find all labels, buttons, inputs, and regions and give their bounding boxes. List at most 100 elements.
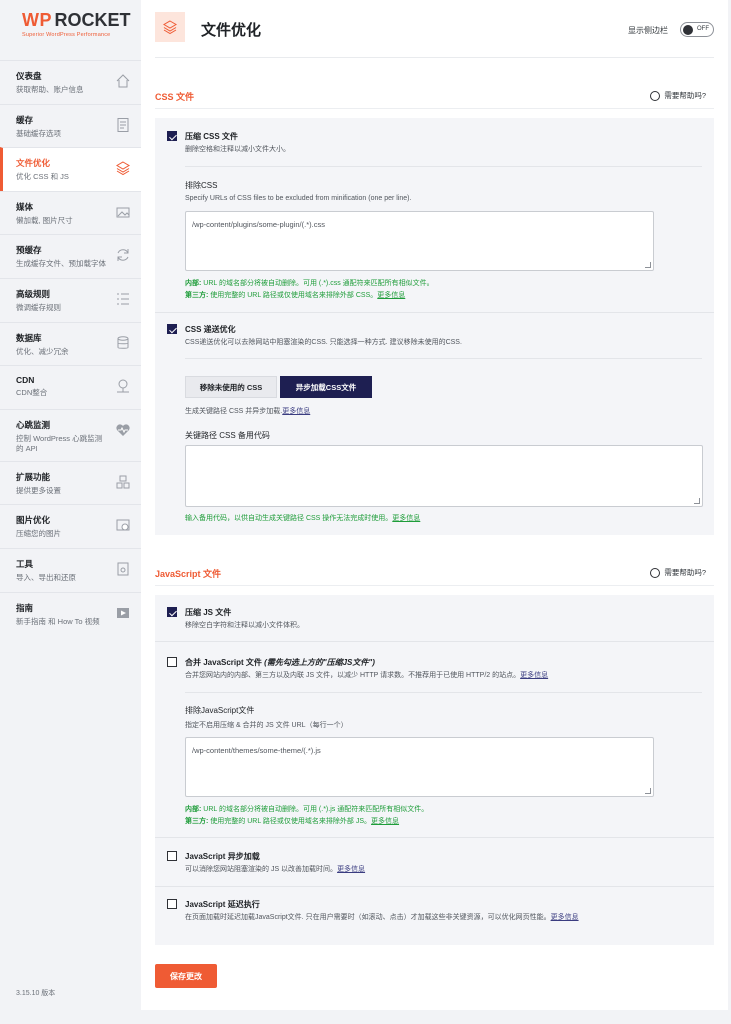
css-section-title: CSS 文件 <box>155 92 195 102</box>
async-css-button[interactable]: 异步加载CSS文件 <box>280 376 372 398</box>
exclude-css-note-internal: 内部: URL 的域名部分将被自动删除。可用 (.*).css 通配符来匹配所有… <box>185 280 434 287</box>
optimize-css-title: CSS 递送优化 <box>185 325 236 334</box>
divider <box>155 886 714 887</box>
sidebar-item-database[interactable]: 数据库 优化、减少冗余 <box>0 321 141 366</box>
sidebar-item-media[interactable]: 媒体 懒加载, 图片尺寸 <box>0 190 141 235</box>
database-icon <box>117 335 129 349</box>
async-js-checkbox[interactable] <box>167 851 177 861</box>
toggle-knob <box>683 25 693 35</box>
exclude-css-desc: Specify URLs of CSS files to be excluded… <box>185 195 412 202</box>
defer-js-option: JavaScript 延迟执行 在页面加载时延迟加载JavaScript文件. … <box>167 899 702 929</box>
divider <box>185 692 702 693</box>
remove-unused-css-button[interactable]: 移除未使用的 CSS <box>185 376 277 398</box>
image-icon <box>116 207 130 218</box>
more-info-link[interactable]: 更多信息 <box>520 672 548 679</box>
async-js-title: JavaScript 异步加载 <box>185 852 260 861</box>
more-info-link[interactable]: 更多信息 <box>377 292 405 299</box>
combine-js-title: 合并 JavaScript 文件 (需先勾选上方的"压缩JS文件") <box>185 658 375 667</box>
js-section-title: JavaScript 文件 <box>155 569 222 579</box>
sidebar-item-guide[interactable]: 指南 新手指南 和 How To 视频 <box>0 591 141 636</box>
video-icon <box>117 607 129 618</box>
css-help-link[interactable]: 需要帮助吗? <box>650 90 706 101</box>
exclude-css-placeholder: /wp-content/plugins/some-plugin/(.*).css <box>192 220 325 229</box>
defer-js-title: JavaScript 延迟执行 <box>185 900 260 909</box>
divider <box>185 358 702 359</box>
css-panel: 压缩 CSS 文件 删除空格和注释以减小文件大小。 排除CSS Specify … <box>155 118 714 535</box>
more-info-link[interactable]: 更多信息 <box>551 914 579 921</box>
more-info-link[interactable]: 更多信息 <box>337 866 365 873</box>
async-css-desc: 生成关键路径 CSS 并异步加载.更多信息 <box>185 408 311 415</box>
save-button[interactable]: 保存更改 <box>155 964 217 988</box>
js-help-link[interactable]: 需要帮助吗? <box>650 567 706 578</box>
exclude-css-textarea[interactable]: /wp-content/plugins/some-plugin/(.*).css <box>185 211 654 271</box>
exclude-js-note-internal: 内部: URL 的域名部分将被自动删除。可用 (.*).js 通配符来匹配所有相… <box>185 806 429 813</box>
minify-js-checkbox[interactable] <box>167 607 177 617</box>
sidebar-toggle-label: 显示侧边栏 <box>628 26 668 35</box>
logo[interactable]: WP ROCKET Superior WordPress Performance <box>0 0 141 60</box>
help-label: 需要帮助吗? <box>664 91 706 100</box>
help-label: 需要帮助吗? <box>664 568 706 577</box>
exclude-js-title: 排除JavaScript文件 <box>185 706 255 715</box>
divider <box>155 641 714 642</box>
main-panel: 文件优化 显示侧边栏 OFF CSS 文件 需要帮助吗? 压缩 CSS 文件 删… <box>141 0 728 1010</box>
fallback-css-title: 关键路径 CSS 备用代码 <box>185 431 270 440</box>
sidebar-toggle[interactable]: OFF <box>680 22 714 37</box>
optimize-css-desc: CSS递送优化可以去除网站中阻塞渲染的CSS. 只能选择一种方式. 建议移除未使… <box>185 339 462 346</box>
fallback-css-textarea[interactable] <box>185 445 703 507</box>
cdn-icon <box>117 379 129 393</box>
sidebar-item-tools[interactable]: 工具 导入、导出和还原 <box>0 547 141 592</box>
resize-grip[interactable] <box>694 498 700 504</box>
sidebar-item-advanced-rules[interactable]: 高级规则 微调缓存规则 <box>0 277 141 322</box>
page-title: 文件优化 <box>201 22 262 39</box>
sidebar-item-addons[interactable]: 扩展功能 提供更多设置 <box>0 460 141 505</box>
logo-tagline: Superior WordPress Performance <box>22 32 111 38</box>
sidebar-item-dashboard[interactable]: 仪表盘 获取帮助、账户信息 <box>0 60 141 104</box>
async-js-desc: 可以消除您网站阻塞渲染的 JS 以改善加载时间。更多信息 <box>185 866 366 873</box>
defer-js-desc: 在页面加载时延迟加载JavaScript文件. 只在用户需要时（如滚动、点击）才… <box>185 914 579 921</box>
async-js-option: JavaScript 异步加载 可以消除您网站阻塞渲染的 JS 以改善加载时间。… <box>167 851 702 881</box>
exclude-css-title: 排除CSS <box>185 181 218 190</box>
minify-js-title: 压缩 JS 文件 <box>185 608 232 617</box>
more-info-link[interactable]: 更多信息 <box>371 818 399 825</box>
combine-js-option: 合并 JavaScript 文件 (需先勾选上方的"压缩JS文件") 合并您网站… <box>167 657 702 687</box>
layers-icon <box>155 12 185 42</box>
resize-grip[interactable] <box>645 262 651 268</box>
resize-grip[interactable] <box>645 788 651 794</box>
minify-css-checkbox[interactable] <box>167 131 177 141</box>
image-optimize-icon <box>116 519 130 531</box>
divider <box>155 312 714 313</box>
sidebar-item-file-optimization[interactable]: 文件优化 优化 CSS 和 JS <box>0 147 141 191</box>
sidebar-item-subtitle: 控制 WordPress 心跳监测的 API <box>16 433 103 453</box>
heartbeat-icon <box>116 424 130 436</box>
combine-js-checkbox[interactable] <box>167 657 177 667</box>
more-info-link[interactable]: 更多信息 <box>392 515 420 522</box>
sidebar: WP ROCKET Superior WordPress Performance… <box>0 0 141 1024</box>
sidebar-item-preload[interactable]: 预缓存 生成缓存文件、预加载字体 <box>0 234 141 278</box>
exclude-js-textarea[interactable]: /wp-content/themes/some-theme/(.*).js <box>185 737 654 797</box>
exclude-js-placeholder: /wp-content/themes/some-theme/(.*).js <box>192 746 321 755</box>
logo-wp: WP <box>22 10 52 30</box>
combine-js-hint: (需先勾选上方的"压缩JS文件") <box>264 658 375 667</box>
sidebar-item-cdn[interactable]: CDN CDN整合 <box>0 365 141 409</box>
js-panel: 压缩 JS 文件 移除空白字符和注释以减小文件体积。 合并 JavaScript… <box>155 595 714 945</box>
combine-js-desc: 合并您网站内的内部、第三方以及内联 JS 文件，以减少 HTTP 请求数。不推荐… <box>185 672 549 679</box>
help-icon <box>650 567 661 578</box>
divider <box>185 166 702 167</box>
list-icon <box>117 293 129 305</box>
sidebar-item-image-optimization[interactable]: 图片优化 压缩您的图片 <box>0 504 141 548</box>
exclude-js-desc: 指定不启用压缩 & 合并的 JS 文件 URL（每行一个） <box>185 722 348 729</box>
defer-js-checkbox[interactable] <box>167 899 177 909</box>
divider <box>155 108 714 109</box>
sidebar-item-heartbeat[interactable]: 心跳监测 控制 WordPress 心跳监测的 API <box>0 408 141 461</box>
sidebar-item-cache[interactable]: 缓存 基础缓存选项 <box>0 103 141 148</box>
logo-rocket: ROCKET <box>54 10 131 30</box>
document-icon <box>117 117 129 132</box>
exclude-css-note-thirdparty: 第三方: 使用完整的 URL 路径或仅使用域名来排除外部 CSS。更多信息 <box>185 292 406 299</box>
fallback-css-note: 输入备用代码，以供自动生成关键路径 CSS 操作无法完成时使用。更多信息 <box>185 515 421 522</box>
more-info-link[interactable]: 更多信息 <box>282 408 310 415</box>
version-label: 3.15.10 版本 <box>16 990 56 997</box>
optimize-css-option: CSS 递送优化 CSS递送优化可以去除网站中阻塞渲染的CSS. 只能选择一种方… <box>167 324 702 354</box>
tools-icon <box>117 562 129 576</box>
optimize-css-checkbox[interactable] <box>167 324 177 334</box>
minify-js-option: 压缩 JS 文件 移除空白字符和注释以减小文件体积。 <box>167 607 702 637</box>
